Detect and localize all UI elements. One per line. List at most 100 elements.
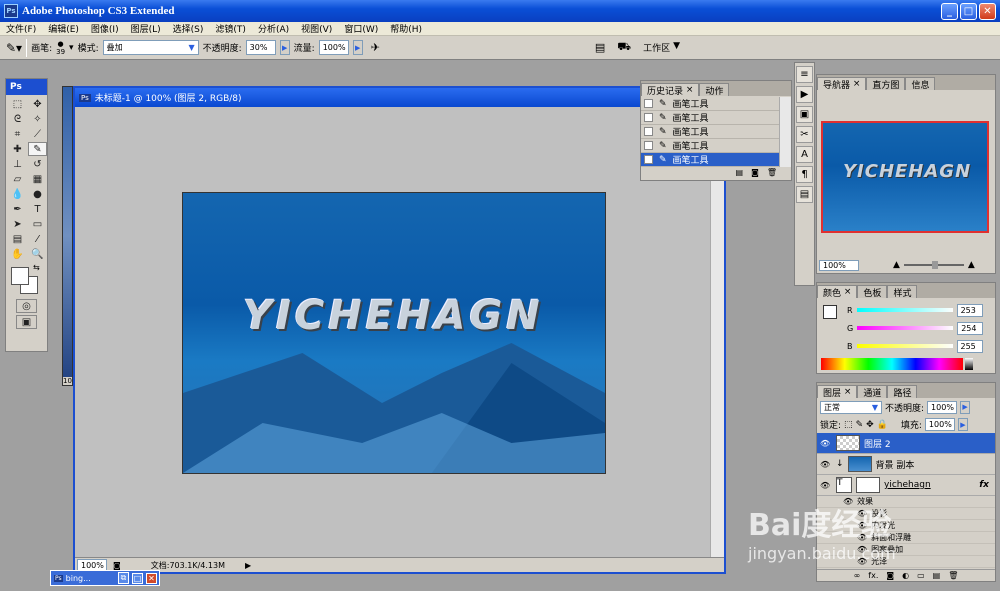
- chevron-down-icon[interactable]: ▾: [69, 43, 74, 53]
- lock-all-icon[interactable]: 🔒: [877, 420, 888, 430]
- zoom-slider-thumb[interactable]: [931, 261, 938, 269]
- menu-window[interactable]: 窗口(W): [338, 22, 384, 35]
- history-brush-icon[interactable]: ↺: [28, 157, 47, 171]
- layer-row[interactable]: 👁 ↓ 背景 副本: [817, 454, 995, 475]
- menu-help[interactable]: 帮助(H): [384, 22, 428, 35]
- eraser-tool-icon[interactable]: ▱: [8, 172, 27, 186]
- history-scrollbar[interactable]: [779, 97, 791, 167]
- palette-well-icon[interactable]: ▤: [595, 41, 605, 54]
- adjustment-layer-icon[interactable]: ◐: [902, 571, 909, 580]
- history-item[interactable]: ✎ 画笔工具: [641, 111, 779, 125]
- clone-source-icon[interactable]: ✂: [796, 126, 813, 143]
- tab-actions[interactable]: 动作: [699, 83, 730, 97]
- blend-mode-select[interactable]: 正常 ▼: [820, 400, 882, 414]
- opacity-input[interactable]: 30%: [245, 40, 276, 55]
- minimized-document[interactable]: Ps bing... ⧉ □ ✕: [50, 570, 160, 586]
- fx-menu-icon[interactable]: fx.: [868, 571, 878, 580]
- zoom-slider[interactable]: [903, 261, 964, 269]
- restore-icon[interactable]: ⧉: [118, 572, 129, 584]
- snapshot-checkbox[interactable]: [644, 155, 653, 164]
- bridge-icon[interactable]: ⛟: [617, 40, 631, 55]
- layer-comps-icon[interactable]: ▣: [796, 106, 813, 123]
- screen-mode-icon[interactable]: ▣: [16, 315, 37, 329]
- gradient-tool-icon[interactable]: ▦: [28, 172, 47, 186]
- background-document-window[interactable]: 10: [62, 86, 73, 386]
- navigator-zoom-field[interactable]: 100%: [819, 259, 859, 271]
- blue-input[interactable]: 255: [956, 339, 983, 353]
- path-select-icon[interactable]: ➤: [8, 217, 27, 231]
- new-group-icon[interactable]: ▭: [917, 571, 925, 580]
- black-white-ramp[interactable]: [965, 358, 973, 370]
- add-mask-icon[interactable]: ◙: [886, 571, 894, 580]
- tab-paths[interactable]: 路径: [887, 385, 918, 399]
- new-document-icon[interactable]: ▤: [736, 168, 744, 180]
- move-tool-icon[interactable]: ✥: [28, 97, 47, 111]
- maximize-button[interactable]: □: [960, 2, 977, 20]
- snapshot-checkbox[interactable]: [644, 113, 653, 122]
- close-button[interactable]: ✕: [979, 2, 996, 20]
- document-title-bar[interactable]: Ps 未标题-1 @ 100% (图层 2, RGB/8): [75, 88, 724, 107]
- history-item[interactable]: ✎ 画笔工具: [641, 97, 779, 111]
- trash-icon[interactable]: 🗑: [948, 571, 958, 580]
- menu-view[interactable]: 视图(V): [295, 22, 338, 35]
- lasso-tool-icon[interactable]: ᘓ: [8, 112, 27, 126]
- crop-tool-icon[interactable]: ⌗: [8, 127, 27, 141]
- marquee-tool-icon[interactable]: ⬚: [8, 97, 27, 111]
- lock-transparency-icon[interactable]: ⬚: [844, 420, 853, 430]
- zoom-in-icon[interactable]: ▲: [968, 260, 975, 270]
- menu-layer[interactable]: 图层(L): [125, 22, 167, 35]
- brush-tool-icon[interactable]: ✎: [28, 142, 47, 156]
- tab-history[interactable]: 历史记录 ×: [641, 83, 700, 97]
- fill-input[interactable]: 100%: [924, 418, 955, 431]
- workspace-menu[interactable]: 工作区 ▼: [643, 41, 680, 54]
- lock-pixels-icon[interactable]: ✎: [856, 420, 864, 430]
- brushes-panel-icon[interactable]: ≡: [796, 66, 813, 83]
- zoom-out-icon[interactable]: ▲: [893, 260, 900, 270]
- layer-opacity-input[interactable]: 100%: [927, 400, 958, 414]
- color-foreground-swatch[interactable]: [823, 305, 837, 319]
- visibility-eye-icon[interactable]: 👁: [820, 481, 832, 490]
- foreground-color-swatch[interactable]: [11, 267, 29, 285]
- maximize-icon[interactable]: □: [132, 572, 143, 584]
- tab-navigator[interactable]: 导航器 ×: [817, 77, 867, 91]
- healing-brush-icon[interactable]: ✚: [8, 142, 27, 156]
- layer-opacity-arrow[interactable]: ▶: [960, 400, 971, 414]
- eyedropper-icon[interactable]: ⁄: [28, 232, 47, 246]
- info-panel-icon[interactable]: ▤: [796, 186, 813, 203]
- history-item[interactable]: ✎ 画笔工具: [641, 153, 779, 167]
- color-spectrum[interactable]: [821, 358, 963, 370]
- flow-arrow-button[interactable]: ▶: [352, 40, 363, 55]
- tab-layers[interactable]: 图层 ×: [817, 385, 858, 399]
- visibility-eye-icon[interactable]: 👁: [820, 439, 832, 448]
- new-layer-icon[interactable]: ▤: [933, 571, 941, 580]
- red-slider[interactable]: [856, 308, 953, 312]
- notes-tool-icon[interactable]: ▤: [8, 232, 27, 246]
- pen-tool-icon[interactable]: ✒: [8, 202, 27, 216]
- minimize-button[interactable]: _: [941, 2, 958, 20]
- snapshot-checkbox[interactable]: [644, 141, 653, 150]
- fx-icon[interactable]: fx: [979, 480, 989, 490]
- status-icon[interactable]: ◙: [113, 561, 121, 570]
- tab-info[interactable]: 信息: [905, 77, 936, 91]
- green-input[interactable]: 254: [957, 321, 984, 335]
- snapshot-checkbox[interactable]: [644, 99, 653, 108]
- dodge-tool-icon[interactable]: ●: [28, 187, 47, 201]
- zoom-tool-icon[interactable]: 🔍: [28, 247, 47, 261]
- fill-arrow[interactable]: ▶: [957, 418, 968, 431]
- history-item[interactable]: ✎ 画笔工具: [641, 125, 779, 139]
- clone-stamp-icon[interactable]: ⊥: [8, 157, 27, 171]
- camera-icon[interactable]: ◙: [751, 168, 759, 180]
- layer-row[interactable]: 👁 图层 2: [817, 433, 995, 454]
- snapshot-checkbox[interactable]: [644, 127, 653, 136]
- menu-filter[interactable]: 滤镜(T): [209, 22, 252, 35]
- trash-icon[interactable]: 🗑: [767, 168, 777, 180]
- paragraph-panel-icon[interactable]: ¶: [796, 166, 813, 183]
- canvas-area[interactable]: YICHEHAGN: [75, 107, 711, 557]
- tool-presets-icon[interactable]: ▶: [796, 86, 813, 103]
- quick-mask-icon[interactable]: ◎: [16, 299, 37, 313]
- menu-file[interactable]: 文件(F): [0, 22, 42, 35]
- menu-select[interactable]: 选择(S): [167, 22, 210, 35]
- hand-tool-icon[interactable]: ✋: [8, 247, 27, 261]
- magic-wand-icon[interactable]: ✧: [28, 112, 47, 126]
- green-slider[interactable]: [857, 326, 954, 330]
